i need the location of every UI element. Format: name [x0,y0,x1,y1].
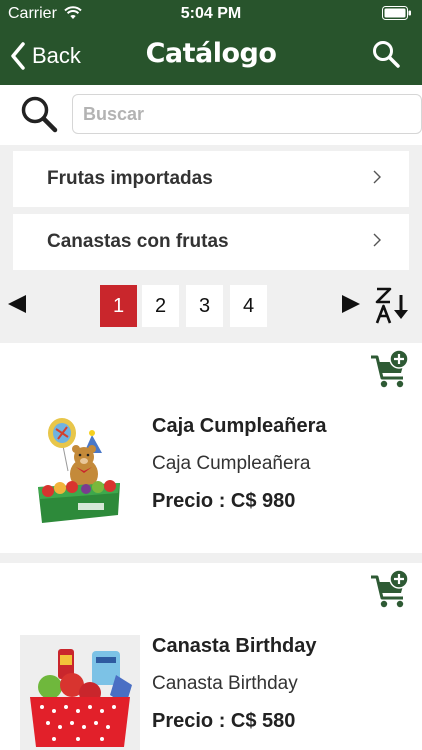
add-to-cart-button[interactable] [370,348,410,395]
category-label: Canastas con frutas [47,231,229,252]
product-subtitle: Caja Cumpleañera [152,453,311,474]
add-to-cart-button[interactable] [370,568,410,615]
page-4-button[interactable]: 4 [230,285,267,327]
product-title: Caja Cumpleañera [152,415,327,437]
search-icon [21,96,58,133]
nav-header: Carrier 5:04 PM Back Catálogo [0,0,422,85]
battery-icon [382,6,411,20]
triangle-right-icon [342,295,360,313]
add-to-cart-icon [371,349,409,388]
next-page-button[interactable] [341,294,361,319]
category-label: Frutas importadas [47,168,213,189]
header-search-button[interactable] [372,40,400,73]
product-card[interactable]: Caja Cumpleañera Caja Cumpleañera Precio… [0,343,422,553]
chevron-right-icon [373,170,381,184]
product-subtitle: Canasta Birthday [152,673,298,694]
chevron-right-icon [373,233,381,247]
product-price: Precio : C$ 580 [152,710,296,732]
category-item-frutas-importadas[interactable]: Frutas importadas [13,151,409,207]
page-title: Catálogo [145,38,277,69]
previous-page-button[interactable] [7,294,27,319]
add-to-cart-icon [371,569,409,608]
sort-button[interactable] [375,286,411,329]
status-bar: Carrier 5:04 PM [0,0,422,28]
clock: 5:04 PM [180,5,242,22]
product-price: Precio : C$ 980 [152,490,296,512]
product-image[interactable] [20,411,140,531]
triangle-left-icon [8,295,26,313]
page-1-button[interactable]: 1 [100,285,137,327]
search-bar [0,85,422,145]
sort-z-a-icon [375,287,408,324]
product-card[interactable]: Canasta Birthday Canasta Birthday Precio… [0,563,422,750]
search-icon [373,41,400,68]
category-item-canastas-con-frutas[interactable]: Canastas con frutas [13,214,409,270]
page-3-button[interactable]: 3 [186,285,223,327]
search-input[interactable] [72,94,422,134]
product-image[interactable] [20,635,140,750]
product-title: Canasta Birthday [152,635,317,657]
page-2-button[interactable]: 2 [142,285,179,327]
